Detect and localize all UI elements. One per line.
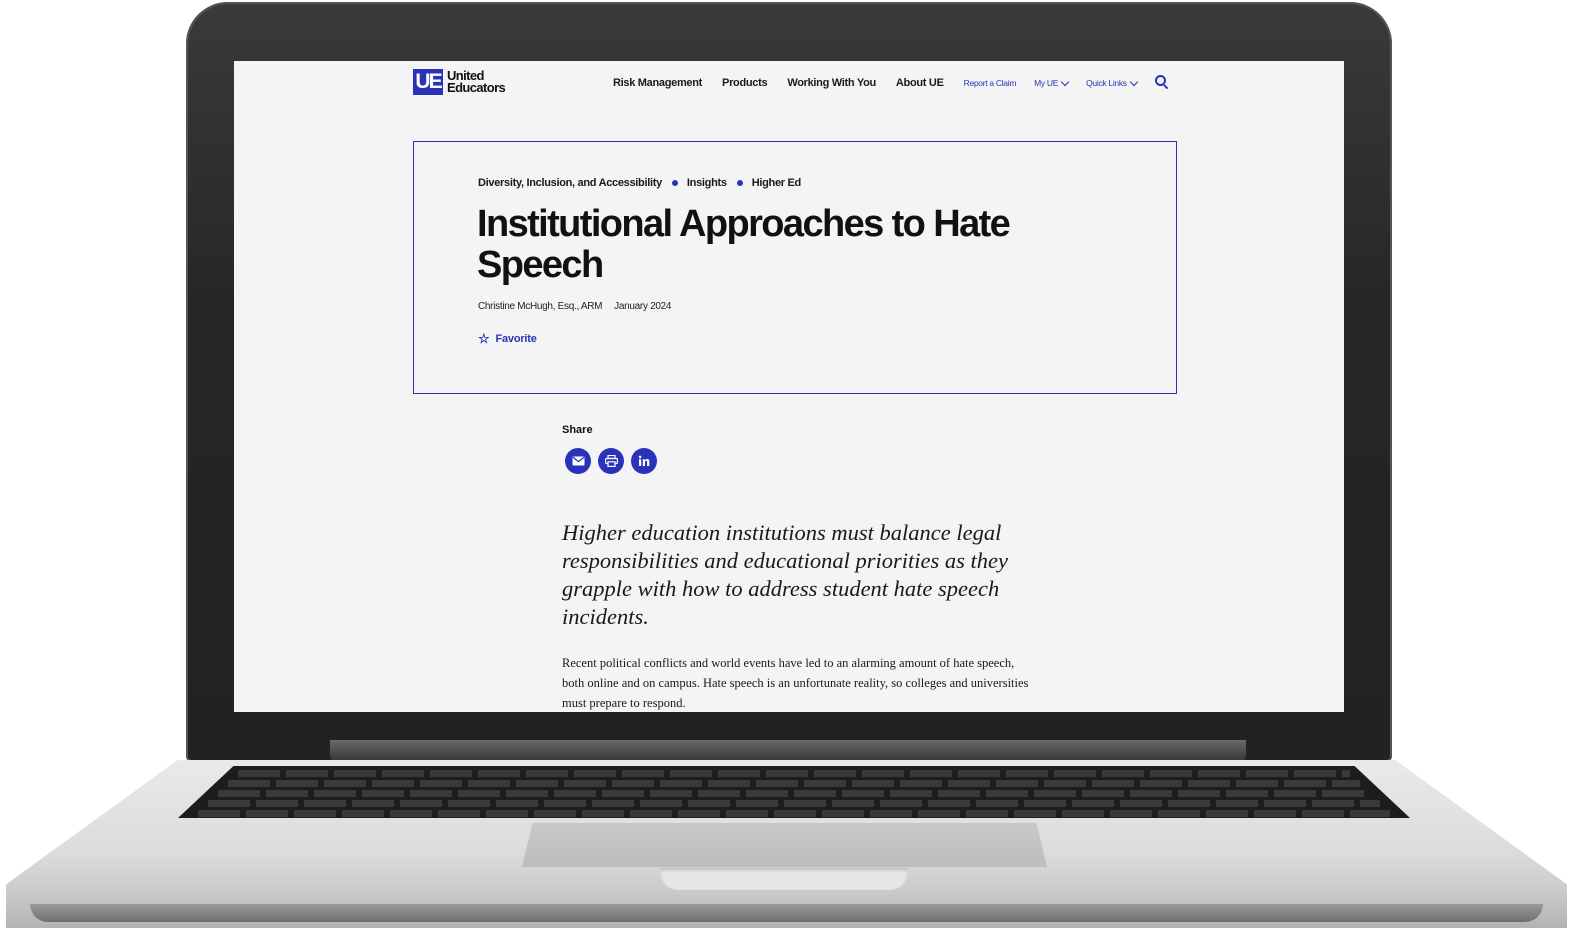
- laptop-screen: UE United Educators Risk Management Prod…: [234, 61, 1344, 712]
- quick-links-label: Quick Links: [1086, 78, 1127, 88]
- star-icon: ☆: [478, 331, 490, 346]
- share-print-button[interactable]: [598, 448, 624, 474]
- bullet-dot: [736, 180, 743, 186]
- logo-line-2: Educators: [447, 80, 506, 95]
- nav-products[interactable]: Products: [722, 77, 768, 89]
- article-lede: Higher education institutions must balan…: [562, 520, 1009, 629]
- my-ue-menu[interactable]: My UE: [1034, 77, 1070, 88]
- share-label: Share: [562, 424, 593, 436]
- united-educators-logo[interactable]: UE United Educators: [413, 69, 506, 95]
- article-hero: Diversity, Inclusion, and Accessibility …: [413, 141, 1177, 394]
- chevron-down-icon: [1129, 77, 1139, 86]
- report-claim-link[interactable]: Report a Claim: [964, 78, 1017, 88]
- breadcrumb-insights[interactable]: Insights: [687, 177, 727, 189]
- bullet-dot: [671, 180, 678, 186]
- laptop-keyboard: [178, 766, 1410, 818]
- nav-risk-management[interactable]: Risk Management: [613, 77, 702, 89]
- laptop-base-edge: [30, 904, 1543, 922]
- publish-date: January 2024: [614, 301, 672, 312]
- print-icon: [604, 455, 618, 467]
- my-ue-label: My UE: [1034, 78, 1059, 88]
- favorite-button[interactable]: ☆ Favorite: [478, 332, 537, 345]
- nav-about-ue[interactable]: About UE: [896, 77, 944, 89]
- main-nav: Risk Management Products Working With Yo…: [613, 75, 1169, 89]
- breadcrumb: Diversity, Inclusion, and Accessibility …: [478, 177, 801, 189]
- article-body: Recent political conflicts and world eve…: [562, 656, 1029, 710]
- laptop-trackpad: [522, 823, 1047, 867]
- author-name: Christine McHugh, Esq., ARM: [478, 301, 603, 312]
- logo-wordmark: United Educators: [447, 69, 506, 95]
- laptop-front-notch: [660, 868, 908, 890]
- report-claim-label: Report a Claim: [963, 78, 1017, 88]
- nav-working-with-you[interactable]: Working With You: [787, 77, 876, 89]
- favorite-label: Favorite: [495, 332, 537, 345]
- email-icon: [572, 456, 584, 466]
- breadcrumb-higher-ed[interactable]: Higher Ed: [752, 177, 802, 189]
- share-buttons: [565, 448, 657, 474]
- share-email-button[interactable]: [565, 448, 591, 474]
- page-title: Institutional Approaches to Hate Speech: [477, 203, 1011, 286]
- logo-mark: UE: [413, 69, 443, 95]
- article-meta: Christine McHugh, Esq., ARM January 2024: [478, 301, 671, 312]
- quick-links-menu[interactable]: Quick Links: [1086, 77, 1139, 88]
- chevron-down-icon: [1060, 77, 1070, 86]
- share-linkedin-button[interactable]: [631, 448, 657, 474]
- search-icon[interactable]: [1154, 75, 1169, 89]
- linkedin-icon: [638, 455, 650, 466]
- breadcrumb-dei[interactable]: Diversity, Inclusion, and Accessibility: [478, 177, 662, 189]
